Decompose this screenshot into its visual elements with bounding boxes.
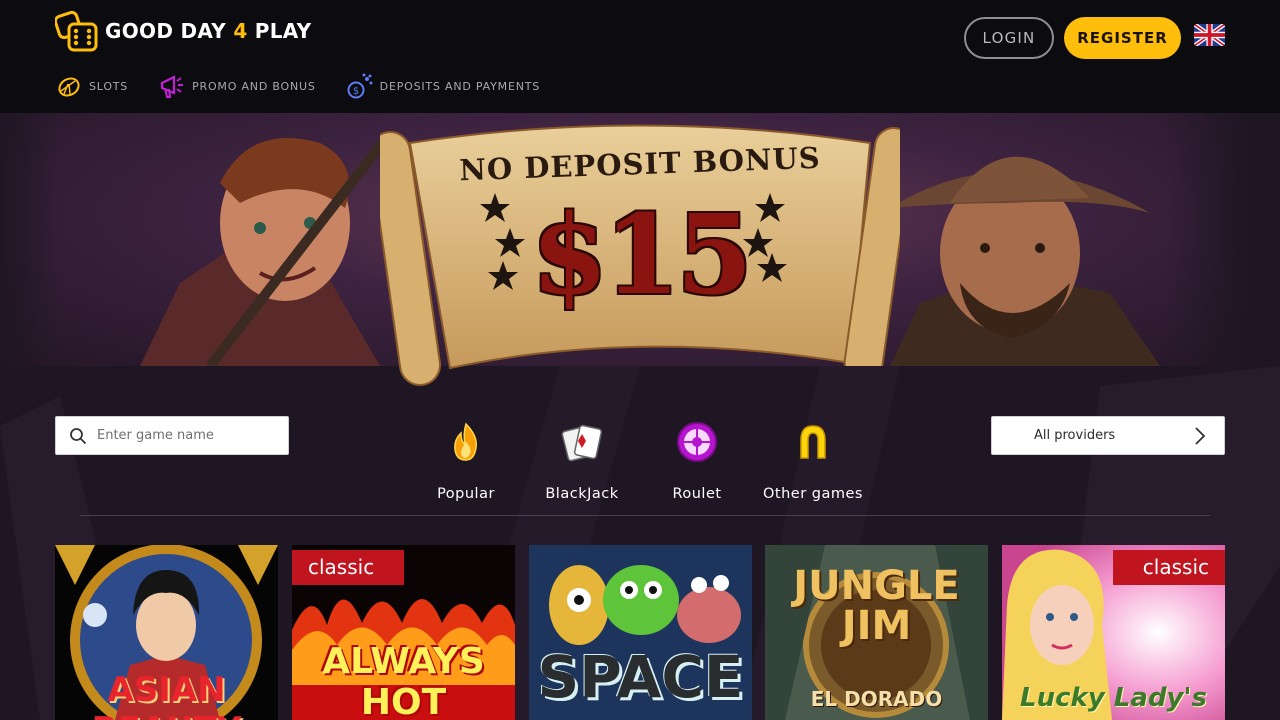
game-title: ALWAYS HOT <box>322 641 485 720</box>
game-title: SPACE <box>537 643 744 711</box>
category-label: Popular <box>437 486 495 502</box>
logo-text-right: PLAY <box>254 19 312 43</box>
category-popular[interactable]: Popular <box>411 418 521 502</box>
game-tile-space[interactable]: SPACE <box>529 545 752 720</box>
search-icon <box>70 427 87 444</box>
nav-item-label: SLOTS <box>89 79 129 93</box>
register-button[interactable]: REGISTER <box>1064 17 1181 59</box>
banner-amount: $15 <box>531 190 753 319</box>
nav-item-label: PROMO AND BONUS <box>192 79 316 93</box>
category-blackjack[interactable]: BlackJack <box>527 418 637 502</box>
logo-text-number: 4 <box>233 19 248 43</box>
horseshoe-icon <box>800 425 826 459</box>
game-tile-lucky-lady[interactable]: classic Lucky Lady's <box>1002 545 1225 720</box>
game-title-line1: JUNGLE <box>793 563 960 609</box>
nav-item-deposits[interactable]: $ DEPOSITS AND PAYMENTS <box>346 72 540 100</box>
nav-item-slots[interactable]: SLOTS <box>55 72 128 100</box>
svg-text:$: $ <box>352 86 358 97</box>
game-search-box[interactable] <box>55 416 289 455</box>
category-label: Other games <box>763 486 863 502</box>
logo-text: GOOD DAY 4 PLAY <box>105 19 311 43</box>
flame-icon <box>454 422 478 461</box>
game-title: ASIAN BEAUTY <box>92 670 242 720</box>
login-button[interactable]: LOGIN <box>964 17 1054 59</box>
coins-icon: $ <box>347 73 373 99</box>
game-title: Lucky Lady's <box>1020 683 1207 713</box>
game-tile-asian-beauty[interactable]: ASIAN BEAUTY <box>55 545 278 720</box>
uk-flag-icon[interactable] <box>1194 24 1225 46</box>
providers-dropdown[interactable]: All providers <box>991 416 1225 455</box>
category-other-games[interactable]: Other games <box>758 418 868 502</box>
nav-item-promo[interactable]: PROMO AND BONUS <box>158 72 316 100</box>
logo[interactable]: GOOD DAY 4 PLAY <box>55 10 311 52</box>
main-nav: SLOTS PROMO AND BONUS $ DEPOSITS AND PAY… <box>55 72 570 100</box>
game-tile-always-hot[interactable]: classic ALWAYS HOT <box>292 545 515 720</box>
cowboy-character-image <box>890 156 1160 366</box>
classic-badge: classic <box>292 550 405 585</box>
lemon-icon <box>58 77 80 97</box>
site-header: GOOD DAY 4 PLAY LOGIN REGISTER SLOTS PRO… <box>0 0 1280 113</box>
hero-fade-right <box>1165 113 1280 366</box>
search-input[interactable] <box>97 428 277 443</box>
category-roulette[interactable]: Roulet <box>642 418 752 502</box>
classic-badge: classic <box>1112 550 1225 585</box>
game-title-line2: JIM <box>841 603 912 649</box>
logo-text-left: GOOD DAY <box>105 19 227 43</box>
roulette-icon <box>677 422 717 462</box>
nav-item-label: DEPOSITS AND PAYMENTS <box>379 79 541 93</box>
chevron-right-icon <box>1195 427 1206 445</box>
dice-icon <box>55 10 98 52</box>
game-tile-jungle-jim[interactable]: JUNGLE JIM EL DORADO <box>765 545 988 720</box>
megaphone-icon <box>160 75 184 98</box>
hero-fade-left <box>0 113 60 366</box>
providers-label: All providers <box>1034 428 1116 443</box>
cards-icon <box>561 424 603 462</box>
game-subtitle: EL DORADO <box>810 687 943 711</box>
section-divider <box>80 515 1210 516</box>
bonus-scroll[interactable]: NO DEPOSIT BONUS $15 <box>380 113 900 395</box>
category-label: BlackJack <box>545 486 619 502</box>
category-label: Roulet <box>672 486 722 502</box>
